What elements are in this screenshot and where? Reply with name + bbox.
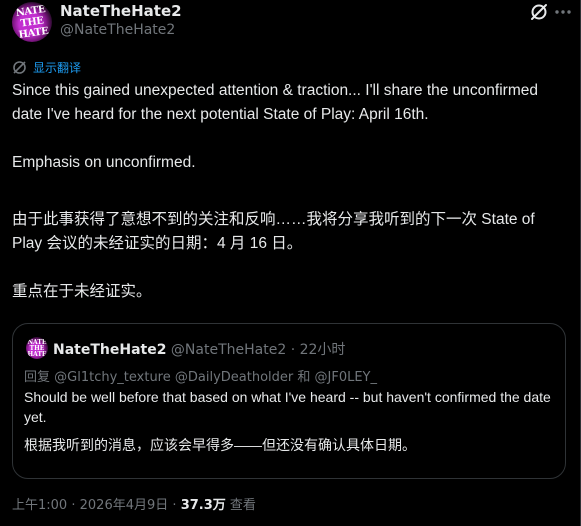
avatar-logo-text: NATE THE HATE (15, 4, 50, 41)
reply-label: 回复 (24, 370, 51, 385)
avatar[interactable]: NATE THE HATE (12, 2, 52, 42)
quoted-header: NateTheHate2 @NateTheHate2 · 22小时 (53, 339, 345, 359)
quoted-tweet-card[interactable]: NATE THE HATE NateTheHate2 @NateTheHate2… (12, 323, 566, 479)
reply-to-users: @Gl1tchy_texture @DailyDeatholder 和 @JF0… (54, 370, 377, 385)
quoted-display-name: NateTheHate2 (53, 342, 167, 358)
post-time[interactable]: 上午1:00 (12, 498, 67, 513)
translate-icon (13, 60, 26, 74)
quoted-avatar-logo-text: NATE THE HATE (27, 339, 47, 358)
quoted-time: 22小时 (299, 342, 346, 358)
quoted-handle: @NateTheHate2 (170, 342, 287, 358)
tweet-text: Since this gained unexpected attention &… (12, 82, 538, 171)
tweet-translated-text: 由于此事获得了意想不到的关注和反响……我将分享我听到的下一次 State of … (12, 211, 535, 300)
post-date[interactable]: 2026年4月9日 (80, 498, 169, 513)
footer-separator: · (172, 498, 177, 513)
tweet-footer: 上午1:00 · 2026年4月9日 · 37.3万 查看 (12, 494, 256, 513)
author-handle[interactable]: @NateTheHate2 (60, 22, 175, 38)
footer-separator: · (71, 498, 76, 513)
views-label: 查看 (229, 498, 256, 513)
quoted-avatar: NATE THE HATE (26, 337, 48, 359)
views-count: 37.3万 (180, 498, 226, 513)
more-options-icon[interactable] (553, 2, 573, 22)
quoted-text: Should be well before that based on what… (24, 389, 551, 425)
quoted-translated-text: 根据我听到的消息，应该会早得多——但还没有确认具体日期。 (24, 437, 416, 453)
show-translation-button[interactable]: 显示翻译 (12, 58, 81, 76)
quoted-separator: · (290, 342, 296, 358)
author-display-name[interactable]: NateTheHate2 (60, 2, 182, 20)
grok-icon[interactable] (529, 2, 549, 22)
quoted-reply-context: 回复 @Gl1tchy_texture @DailyDeatholder 和 @… (24, 366, 377, 385)
show-translation-label: 显示翻译 (33, 60, 82, 75)
